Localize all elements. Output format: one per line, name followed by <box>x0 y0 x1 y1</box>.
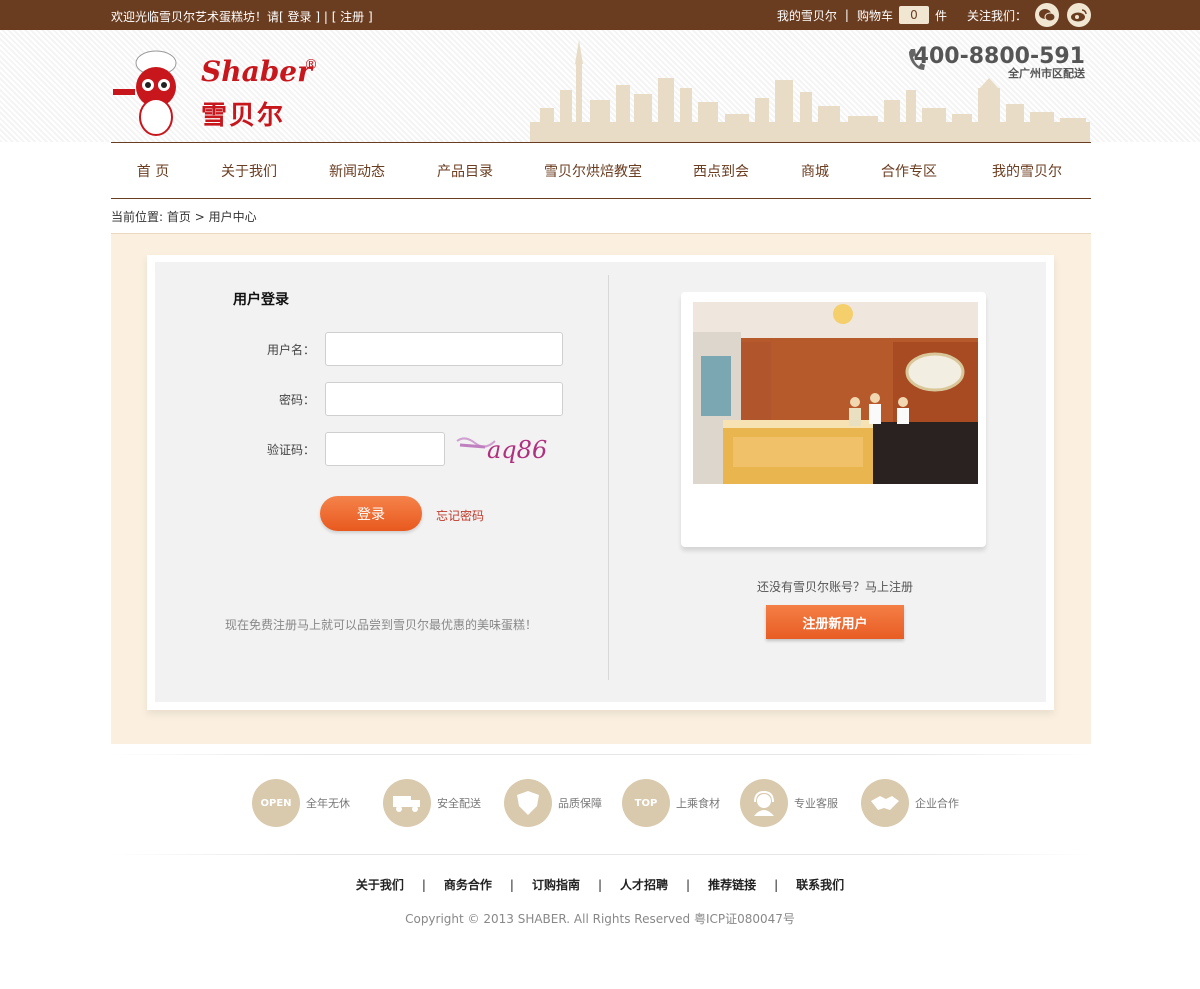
username-label: 用户名： <box>266 343 315 357</box>
welcome-text: 欢迎光临雪贝尔艺术蛋糕坊！请 <box>111 10 280 24</box>
main-nav: 首 页 关于我们 新闻动态 产品目录 雪贝尔烘焙教室 西点到会 商城 合作专区 … <box>111 142 1091 199</box>
weibo-icon[interactable] <box>1067 3 1091 27</box>
register-promo-text: 现在免费注册马上就可以品尝到雪贝尔最优惠的美味蛋糕！ <box>225 618 538 632</box>
nav-mall[interactable]: 商城 <box>775 161 855 181</box>
forgot-password-link[interactable]: 忘记密码 <box>436 507 484 524</box>
footer-link-about[interactable]: 关于我们 <box>356 878 404 892</box>
customer-service-icon <box>740 779 788 827</box>
feature-item: 专业客服 <box>740 778 838 828</box>
logo-chinese-name: 雪贝尔 <box>201 101 286 131</box>
breadcrumb-current: 用户中心 <box>208 210 257 224</box>
password-label: 密码： <box>278 393 315 407</box>
nav-products[interactable]: 产品目录 <box>411 161 519 181</box>
site-header: Shaber ® 雪贝尔 400-8800-591 全广州市区配送 <box>0 30 1200 142</box>
nav-my-account[interactable]: 我的雪贝尔 <box>963 161 1091 181</box>
cart-count-badge: 0 <box>898 6 929 24</box>
top-crown-icon: TOP <box>622 779 670 827</box>
open-icon: OPEN <box>252 779 300 827</box>
captcha-text: aq86 <box>487 436 547 464</box>
top-bar: 欢迎光临雪贝尔艺术蛋糕坊！请[ 登录 ] | [ 注册 ] 我的雪贝尔 | 购物… <box>0 0 1200 30</box>
register-button[interactable]: 注册新用户 <box>766 605 904 639</box>
nav-baking-class[interactable]: 雪贝尔烘焙教室 <box>519 161 667 181</box>
logo-wordmark: Shaber <box>201 55 312 88</box>
hotline: 400-8800-591 全广州市区配送 <box>914 44 1085 81</box>
welcome-divider: | <box>320 10 332 24</box>
copyright: Copyright © 2013 SHABER. All Rights Rese… <box>405 912 795 926</box>
footer-link-careers[interactable]: 人才招聘 <box>620 878 668 892</box>
feature-label: 专业客服 <box>794 797 838 810</box>
nav-news[interactable]: 新闻动态 <box>303 161 411 181</box>
footer-separator: | <box>686 878 691 892</box>
feature-item: 企业合作 <box>861 778 959 828</box>
captcha-input[interactable] <box>325 432 445 466</box>
wechat-icon[interactable] <box>1035 3 1059 27</box>
chef-mascot-icon <box>113 50 177 136</box>
feature-label: 企业合作 <box>915 797 959 810</box>
login-link[interactable]: [ 登录 ] <box>279 10 320 24</box>
panel-divider <box>608 275 609 680</box>
feature-label: 安全配送 <box>437 797 481 810</box>
follow-label: 关注我们： <box>966 8 1027 23</box>
footer-separator: | <box>509 878 514 892</box>
handshake-icon <box>861 779 909 827</box>
feature-item: 品质保障 <box>504 778 602 828</box>
feature-item: 安全配送 <box>383 778 481 828</box>
feature-item: OPEN 全年无休 <box>252 778 350 828</box>
feature-label: 品质保障 <box>558 797 602 810</box>
footer-link-contact[interactable]: 联系我们 <box>796 878 844 892</box>
no-account-prompt: 还没有雪贝尔账号？马上注册 <box>757 580 914 594</box>
nav-about[interactable]: 关于我们 <box>195 161 303 181</box>
feature-item: TOP 上乘食材 <box>622 778 720 828</box>
logo-registered-mark: ® <box>304 57 318 73</box>
nav-home[interactable]: 首 页 <box>111 161 195 181</box>
breadcrumb-arrow: > <box>190 210 209 224</box>
footer-link-business[interactable]: 商务合作 <box>444 878 492 892</box>
cart-unit: 件 <box>934 8 947 23</box>
footer-link-recommended[interactable]: 推荐链接 <box>708 878 756 892</box>
my-account-link[interactable]: 我的雪贝尔 <box>777 7 837 24</box>
features-top-divider <box>111 754 1091 755</box>
quality-shield-icon <box>504 779 552 827</box>
login-button[interactable]: 登录 <box>320 496 422 531</box>
footer-separator: | <box>774 878 779 892</box>
nav-pastry-catering[interactable]: 西点到会 <box>667 161 775 181</box>
nav-partnership[interactable]: 合作专区 <box>855 161 963 181</box>
site-logo[interactable]: Shaber ® 雪贝尔 <box>111 45 331 140</box>
footer-links: 关于我们 | 商务合作 | 订购指南 | 人才招聘 | 推荐链接 | 联系我们 <box>0 876 1200 893</box>
breadcrumb-prefix: 当前位置: <box>111 210 167 224</box>
footer-separator: | <box>421 878 426 892</box>
register-link[interactable]: [ 注册 ] <box>332 10 373 24</box>
bakery-shop-photo <box>693 302 978 484</box>
breadcrumb: 当前位置: 首页 > 用户中心 <box>111 208 257 225</box>
feature-label: 全年无休 <box>306 797 350 810</box>
top-separator: | <box>844 8 849 22</box>
footer-link-order-guide[interactable]: 订购指南 <box>532 878 580 892</box>
captcha-image[interactable]: aq86 <box>455 433 555 467</box>
cart-link[interactable]: 购物车 <box>857 7 893 24</box>
feature-label: 上乘食材 <box>676 797 720 810</box>
welcome-message: 欢迎光临雪贝尔艺术蛋糕坊！请[ 登录 ] | [ 注册 ] <box>111 8 373 25</box>
footer-separator: | <box>597 878 603 892</box>
delivery-truck-icon <box>383 779 431 827</box>
features-bottom-divider <box>111 854 1091 855</box>
breadcrumb-home[interactable]: 首页 <box>167 210 191 224</box>
top-links: 我的雪贝尔 | 购物车 0 件 关注我们： <box>777 0 1091 30</box>
captcha-label: 验证码： <box>266 443 315 457</box>
username-input[interactable] <box>325 332 563 366</box>
login-title: 用户登录 <box>233 292 289 308</box>
password-input[interactable] <box>325 382 563 416</box>
